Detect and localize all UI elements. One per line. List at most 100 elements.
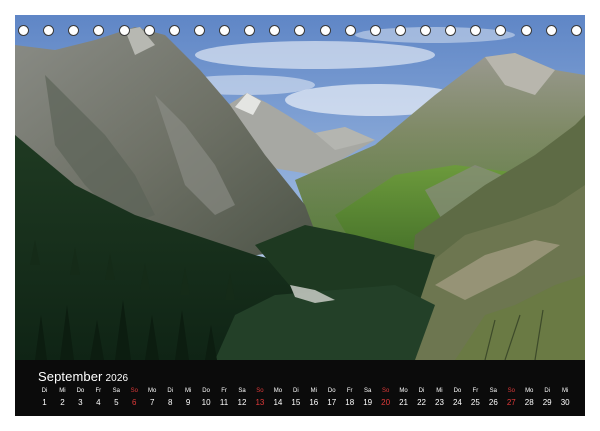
weekday-label: Do xyxy=(327,388,336,394)
weekday-label: Mi xyxy=(436,388,443,394)
weekday-label: Do xyxy=(202,388,210,394)
binding-ring xyxy=(344,24,356,36)
binding-ring xyxy=(394,24,406,36)
binding-ring xyxy=(193,24,205,36)
weekday-label: Mi xyxy=(59,388,66,394)
day-number: 21 xyxy=(399,398,409,407)
day-cell: Di 15 xyxy=(287,387,304,411)
day-cell: Di 29 xyxy=(539,387,556,411)
day-cell: Fr 11 xyxy=(216,387,233,411)
day-number: 10 xyxy=(201,398,211,407)
binding-ring xyxy=(294,24,306,36)
day-number: 24 xyxy=(452,398,462,407)
binding-ring xyxy=(168,24,180,36)
weekday-label: Di xyxy=(167,388,173,394)
weekday-label: Mi xyxy=(184,388,192,394)
day-number: 23 xyxy=(435,398,444,407)
weekday-label: Fr xyxy=(472,388,479,394)
mountain-valley-photo xyxy=(15,15,585,360)
binding-ring xyxy=(68,24,80,36)
day-number: 6 xyxy=(132,398,137,407)
day-cell: Mi 16 xyxy=(305,387,322,411)
day-cell: Mo 21 xyxy=(395,387,412,411)
weekday-label: Sa xyxy=(112,388,120,394)
day-cell: Do 17 xyxy=(323,387,340,411)
binding-ring xyxy=(118,24,130,36)
day-cell: So 6 xyxy=(126,387,143,411)
day-cell: Mi 9 xyxy=(180,387,197,411)
weekday-label: Do xyxy=(453,388,462,394)
weekday-label: So xyxy=(507,388,515,394)
weekday-label: Fr xyxy=(95,388,102,394)
binding-ring xyxy=(470,24,482,36)
year: 2026 xyxy=(105,373,129,384)
day-cell: Sa 5 xyxy=(108,387,125,411)
spiral-binding xyxy=(18,22,582,38)
day-cell: So 27 xyxy=(503,387,520,411)
day-number: 26 xyxy=(488,398,498,407)
day-number: 2 xyxy=(60,398,65,407)
month-title: September 2026 xyxy=(38,369,128,384)
landscape-illustration xyxy=(15,15,585,360)
binding-ring xyxy=(93,24,105,36)
weekday-label: Do xyxy=(76,388,85,394)
binding-ring xyxy=(369,24,381,36)
day-number: 30 xyxy=(560,398,570,407)
binding-ring xyxy=(495,24,507,36)
day-cell: Mo 28 xyxy=(521,387,538,411)
weekday-label: Sa xyxy=(363,388,372,394)
day-row: Di 1 Mi 2 Do 3 Fr 4 Sa 5 So 6 Mo 7 Di 8 Mi 9 Do 10 Fr 11 Sa 12 S… xyxy=(36,387,574,411)
day-cell: Sa 12 xyxy=(233,387,250,411)
binding-ring xyxy=(18,24,29,36)
day-cell: Di 1 xyxy=(36,387,53,411)
day-cell: Do 3 xyxy=(72,387,89,411)
day-cell: Mi 30 xyxy=(557,387,574,411)
day-number: 17 xyxy=(327,398,337,407)
binding-ring xyxy=(545,24,557,36)
binding-ring xyxy=(244,24,256,36)
day-number: 8 xyxy=(167,398,173,407)
day-number: 29 xyxy=(542,398,552,407)
day-number: 7 xyxy=(149,398,155,407)
weekday-label: Mo xyxy=(525,388,534,394)
day-number: 15 xyxy=(291,398,301,407)
weekday-label: Mi xyxy=(310,388,317,394)
weekday-label: Mo xyxy=(148,388,157,394)
binding-ring xyxy=(143,24,155,36)
day-cell: Mo 7 xyxy=(144,387,161,411)
day-cell: So 20 xyxy=(377,387,394,411)
binding-ring xyxy=(43,24,55,36)
binding-ring xyxy=(319,24,331,36)
weekday-label: Fr xyxy=(346,388,353,394)
day-number: 5 xyxy=(114,398,119,407)
day-cell: Mi 23 xyxy=(431,387,448,411)
day-number: 25 xyxy=(470,398,480,407)
day-cell: Do 10 xyxy=(198,387,215,411)
weekday-label: Mo xyxy=(399,388,408,394)
day-number: 9 xyxy=(185,398,191,407)
binding-ring xyxy=(420,24,431,36)
weekday-label: Mi xyxy=(561,388,569,394)
binding-ring xyxy=(520,24,532,36)
weekday-label: Di xyxy=(544,388,551,394)
day-number: 12 xyxy=(237,398,247,407)
day-cell: Di 22 xyxy=(413,387,430,411)
day-cell: Fr 4 xyxy=(90,387,107,411)
calendar-page: September 2026 Di 1 Mi 2 Do 3 Fr 4 Sa 5 So 6 Mo 7 Di 8 Mi… xyxy=(0,0,600,431)
weekday-label: So xyxy=(256,388,264,394)
weekday-label: So xyxy=(130,388,138,394)
day-number: 22 xyxy=(417,398,426,407)
day-cell: Do 24 xyxy=(449,387,466,411)
day-number: 28 xyxy=(524,398,534,407)
day-number: 16 xyxy=(309,398,319,407)
weekday-label: Di xyxy=(41,388,48,394)
day-cell: Fr 25 xyxy=(467,387,484,411)
day-number: 1 xyxy=(42,398,47,407)
day-number: 14 xyxy=(273,398,283,407)
day-number: 27 xyxy=(506,398,516,407)
month-name: September xyxy=(38,369,103,384)
day-cell: Fr 18 xyxy=(341,387,358,411)
binding-ring xyxy=(269,24,281,36)
calendar-bar: September 2026 Di 1 Mi 2 Do 3 Fr 4 Sa 5 So 6 Mo 7 Di 8 Mi… xyxy=(15,360,585,416)
weekday-label: Di xyxy=(418,388,425,394)
